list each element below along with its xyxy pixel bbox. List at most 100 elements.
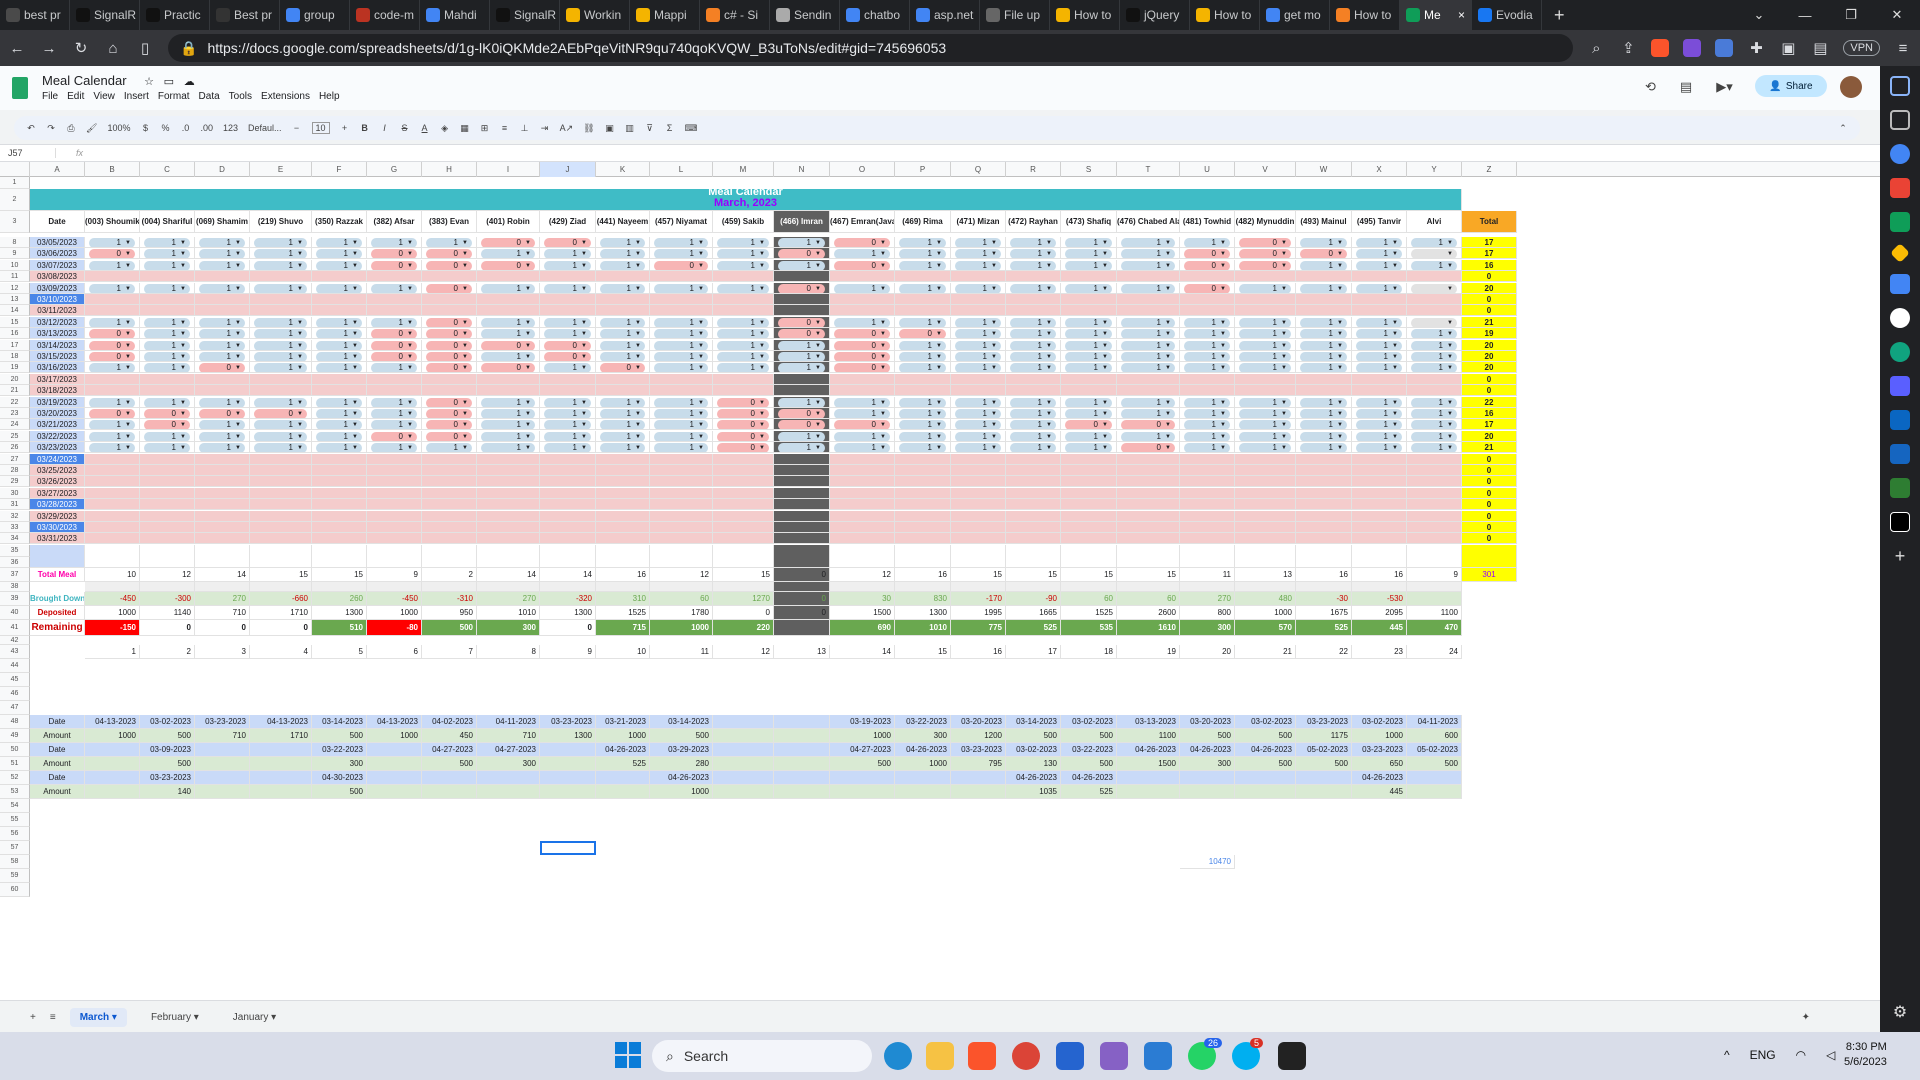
meal-dropdown[interactable]: 0 ▼ [426, 341, 472, 350]
meal-cell[interactable] [312, 374, 367, 385]
github-icon[interactable] [1890, 308, 1910, 328]
meal-cell[interactable] [1235, 454, 1296, 465]
meal-cell[interactable] [422, 499, 477, 510]
meal-cell[interactable]: 1 ▼ [195, 340, 250, 351]
meal-cell[interactable] [713, 522, 774, 533]
meal-cell[interactable] [85, 454, 140, 465]
total-cell[interactable]: 20 [1462, 431, 1517, 442]
meal-dropdown[interactable]: 1 ▼ [1356, 249, 1402, 258]
dev-icon[interactable] [1890, 512, 1910, 532]
meal-cell[interactable]: 1 ▼ [1296, 408, 1352, 419]
meal-dropdown[interactable]: 1 ▼ [1239, 284, 1291, 293]
meal-cell[interactable]: 1 ▼ [951, 237, 1006, 248]
meal-cell[interactable]: 1 ▼ [1061, 283, 1117, 294]
meal-cell[interactable]: 1 ▼ [195, 260, 250, 271]
meal-dropdown[interactable]: 1 ▼ [1010, 261, 1056, 270]
row-header[interactable]: 43 [0, 645, 30, 659]
member-header[interactable]: (441) Nayeem [596, 211, 650, 233]
meal-dropdown[interactable]: 1 ▼ [717, 318, 769, 327]
meal-cell[interactable] [477, 511, 540, 522]
meal-cell[interactable] [1296, 305, 1352, 316]
browser-tab[interactable]: Evodia [1472, 0, 1542, 30]
meal-cell[interactable] [1061, 294, 1117, 305]
meal-cell[interactable]: 0 ▼ [1235, 248, 1296, 259]
meal-dropdown[interactable]: 1 ▼ [316, 238, 362, 247]
meal-cell[interactable] [1180, 533, 1235, 544]
meal-cell[interactable]: 1 ▼ [1006, 442, 1061, 453]
meal-dropdown[interactable]: 1 ▼ [1300, 420, 1347, 429]
meal-cell[interactable]: 1 ▼ [1407, 260, 1462, 271]
history-cell[interactable] [1296, 785, 1352, 799]
meal-cell[interactable] [85, 465, 140, 476]
meal-cell[interactable]: 1 ▼ [422, 237, 477, 248]
reload-icon[interactable]: ↻ [72, 39, 90, 57]
meal-cell[interactable]: 0 ▼ [1296, 248, 1352, 259]
history-cell[interactable]: 03-23-2023 [951, 743, 1006, 757]
meal-cell[interactable] [774, 294, 830, 305]
row-header[interactable]: 16 [0, 328, 30, 339]
meal-cell[interactable] [367, 488, 422, 499]
column-header-f[interactable]: F [312, 162, 367, 177]
member-header[interactable]: (481) Towhid [1180, 211, 1235, 233]
meal-cell[interactable] [1407, 465, 1462, 476]
meal-cell[interactable]: 1 ▼ [596, 408, 650, 419]
spacer-cell[interactable] [367, 582, 422, 592]
meal-dropdown[interactable]: 1 ▼ [1356, 284, 1402, 293]
row-header[interactable]: 30 [0, 488, 30, 499]
browser-tab[interactable]: Workin [560, 0, 630, 30]
summary-cell[interactable]: 270 [477, 592, 540, 606]
summary-cell[interactable]: 525 [1296, 620, 1352, 636]
currency-format-button[interactable]: $ [140, 123, 150, 133]
meal-cell[interactable] [195, 488, 250, 499]
meal-dropdown[interactable]: 0 ▼ [89, 409, 135, 418]
history-cell[interactable]: 04-26-2023 [1352, 771, 1407, 785]
meet-icon[interactable]: ▶▾ [1716, 79, 1733, 95]
meal-dropdown[interactable]: 1 ▼ [1010, 432, 1056, 441]
history-cell[interactable] [713, 757, 774, 771]
meal-dropdown[interactable]: 1 ▼ [1184, 420, 1230, 429]
meal-dropdown[interactable]: 1 ▼ [544, 432, 591, 441]
meal-cell[interactable]: 1 ▼ [1117, 283, 1180, 294]
browser-tab[interactable]: How to [1050, 0, 1120, 30]
row-header[interactable]: 29 [0, 476, 30, 487]
meal-dropdown[interactable]: 1 ▼ [899, 398, 946, 407]
star-icon[interactable]: ☆ [144, 76, 154, 88]
history-cell[interactable]: 600 [1407, 729, 1462, 743]
meal-cell[interactable] [250, 476, 312, 487]
history-cell[interactable]: 500 [1006, 729, 1061, 743]
meal-cell[interactable]: 1 ▼ [1006, 362, 1061, 373]
meal-cell[interactable]: 0 ▼ [713, 431, 774, 442]
summary-cell[interactable]: 15 [250, 568, 312, 582]
meal-cell[interactable] [1006, 294, 1061, 305]
meal-cell[interactable] [140, 465, 195, 476]
meal-cell[interactable]: 0 ▼ [422, 260, 477, 271]
meal-dropdown[interactable]: 1 ▼ [1121, 318, 1175, 327]
meal-cell[interactable]: 1 ▼ [1180, 397, 1235, 408]
meal-cell[interactable]: 0 ▼ [367, 260, 422, 271]
meal-cell[interactable]: 1 ▼ [1117, 351, 1180, 362]
new-tab-button[interactable]: + [1542, 5, 1577, 26]
member-header[interactable]: (350) Razzak [312, 211, 367, 233]
row-header[interactable]: 35 [0, 545, 30, 557]
meal-cell[interactable]: 0 ▼ [477, 362, 540, 373]
total-cell[interactable]: 16 [1462, 260, 1517, 271]
meal-dropdown[interactable]: 1 ▼ [199, 318, 245, 327]
column-header-w[interactable]: W [1296, 162, 1352, 177]
summary-cell[interactable]: 480 [1235, 592, 1296, 606]
meal-cell[interactable] [895, 522, 951, 533]
url-field[interactable]: 🔒 https://docs.google.com/spreadsheets/d… [168, 34, 1574, 62]
meal-cell[interactable] [140, 294, 195, 305]
date-cell[interactable]: 03/20/2023 [30, 408, 85, 419]
meal-dropdown[interactable]: 1 ▼ [371, 318, 417, 327]
meal-cell[interactable] [312, 488, 367, 499]
meal-cell[interactable] [895, 294, 951, 305]
row-header[interactable]: 58 [0, 855, 30, 869]
total-cell[interactable]: 17 [1462, 237, 1517, 248]
meal-cell[interactable]: 0 ▼ [540, 237, 596, 248]
meal-cell[interactable] [1061, 385, 1117, 396]
history-cell[interactable]: 04-26-2023 [895, 743, 951, 757]
meal-dropdown[interactable]: 0 ▼ [834, 329, 890, 338]
history-cell[interactable] [540, 771, 596, 785]
meal-dropdown[interactable]: 1 ▼ [1010, 363, 1056, 372]
index-cell[interactable]: 23 [1352, 645, 1407, 659]
